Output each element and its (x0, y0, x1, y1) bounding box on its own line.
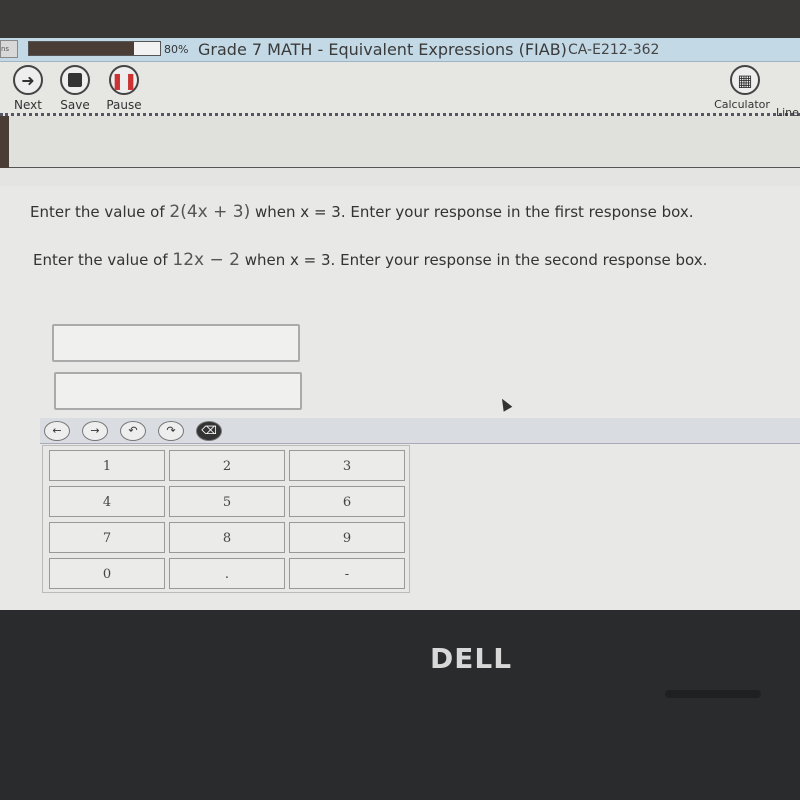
keypad-key[interactable]: 0 (49, 558, 165, 589)
q2-suffix: when x = 3. Enter your response in the s… (244, 251, 708, 269)
keypad: 123 456 789 0.- (42, 445, 410, 593)
laptop-bezel-top (0, 0, 800, 38)
pause-button[interactable]: ❚❚ Pause (104, 65, 144, 112)
calculator-button[interactable]: ▦ Calculator (714, 65, 770, 111)
keypad-key[interactable]: 1 (49, 450, 165, 481)
keypad-key[interactable]: 4 (49, 486, 165, 517)
next-label: Next (14, 98, 42, 112)
calculator-label: Calculator (714, 98, 770, 111)
title-bar: ns 80% Grade 7 MATH - Equivalent Express… (0, 38, 800, 62)
keypad-key[interactable]: 5 (169, 486, 285, 517)
q2-prefix: Enter the value of (33, 251, 168, 269)
editor-nav-bar: ← → ↶ ↷ ⌫ (40, 418, 800, 444)
keypad-key[interactable]: 3 (289, 450, 405, 481)
left-arrow-button[interactable]: ← (44, 421, 70, 441)
floppy-disk-icon (60, 65, 90, 95)
undo-button[interactable]: ↶ (120, 421, 146, 441)
question-2: Enter the value of 12x − 2 when x = 3. E… (33, 250, 707, 270)
pause-icon: ❚❚ (109, 65, 139, 95)
q1-prefix: Enter the value of (30, 203, 165, 221)
keypad-key[interactable]: 7 (49, 522, 165, 553)
next-button[interactable]: ➜ Next (8, 65, 48, 112)
progress-bar (28, 41, 161, 56)
keypad-key[interactable]: . (169, 558, 285, 589)
right-arrow-button[interactable]: → (82, 421, 108, 441)
q1-expression: 2(4x + 3) (169, 202, 251, 222)
response-box-1[interactable] (52, 324, 300, 362)
question-1: Enter the value of 2(4x + 3) when x = 3.… (30, 202, 693, 222)
question-header-band (0, 116, 800, 168)
laptop-vent (665, 690, 761, 698)
save-button[interactable]: Save (55, 65, 95, 112)
screen: ns 80% Grade 7 MATH - Equivalent Express… (0, 38, 800, 610)
keypad-key[interactable]: - (289, 558, 405, 589)
progress-percent: 80% (164, 43, 189, 56)
keypad-key[interactable]: 6 (289, 486, 405, 517)
pause-label: Pause (106, 98, 142, 112)
dell-logo: DELL (430, 642, 513, 675)
backspace-button[interactable]: ⌫ (196, 421, 222, 441)
toolbar: ➜ Next Save ❚❚ Pause ▦ Calculator Line (0, 62, 800, 119)
progress-fill (29, 42, 134, 55)
save-label: Save (60, 98, 90, 112)
band-strip (0, 116, 9, 168)
keypad-key[interactable]: 8 (169, 522, 285, 553)
q1-suffix: when x = 3. Enter your response in the f… (255, 203, 694, 221)
test-code: CA-E212-362 (568, 42, 660, 58)
keypad-key[interactable]: 9 (289, 522, 405, 553)
response-box-2[interactable] (54, 372, 302, 410)
mouse-cursor (497, 396, 513, 412)
options-dropdown[interactable]: ns (0, 40, 18, 58)
calculator-icon: ▦ (730, 65, 760, 95)
redo-button[interactable]: ↷ (158, 421, 184, 441)
test-title: Grade 7 MATH - Equivalent Expressions (F… (198, 40, 567, 59)
keypad-key[interactable]: 2 (169, 450, 285, 481)
arrow-right-icon: ➜ (13, 65, 43, 95)
q2-expression: 12x − 2 (172, 250, 240, 270)
